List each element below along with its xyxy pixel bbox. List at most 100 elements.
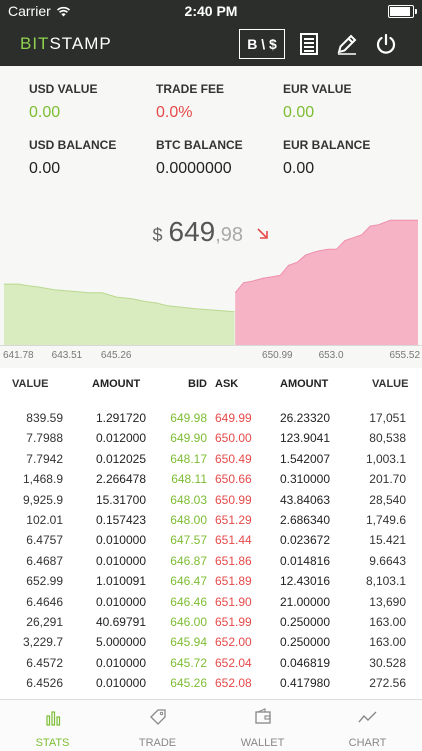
order-book-row[interactable]: 6.4757 0.010000 647.57 651.44 0.023672 15.421	[0, 530, 422, 550]
stat-value: 0.00	[283, 160, 315, 177]
ask-value-cell: 163.00	[369, 635, 406, 650]
stat-label: EUR VALUE	[283, 82, 352, 96]
depth-area-bid	[4, 284, 235, 345]
ask-price-cell: 651.89	[215, 574, 252, 589]
x-tick-label: 653.0	[318, 350, 344, 361]
orders-button[interactable]	[296, 29, 322, 59]
bid-amount-cell: 0.010000	[95, 594, 146, 609]
bid-amount-cell: 0.010000	[95, 553, 146, 568]
order-book-row[interactable]: 26,291 40.69791 646.00 651.99 0.250000 163.00	[0, 612, 422, 632]
stat-eur-balance: EUR BALANCE 0.00	[283, 138, 403, 178]
order-book-row[interactable]: 6.4526 0.010000 645.26 652.08 0.417980 272.56	[0, 673, 422, 693]
bid-price-cell: 647.57	[170, 533, 207, 548]
wallet-icon	[254, 708, 271, 724]
x-tick-label: 643.51	[51, 350, 83, 361]
ask-price-cell: 651.99	[215, 614, 252, 629]
order-book-row[interactable]: 3,229.7 5.000000 645.94 652.00 0.250000 163.0…	[0, 632, 422, 652]
ask-amount-cell: 0.046819	[279, 655, 330, 670]
depth-chart-plot	[0, 219, 422, 346]
bid-price-cell: 648.00	[170, 512, 207, 527]
tag-icon	[149, 709, 166, 725]
ask-value-cell: 163.00	[369, 614, 406, 629]
bid-amount-cell: 5.000000	[95, 635, 146, 650]
ask-value-cell: 272.56	[369, 676, 406, 691]
bid-value-cell: 9,925.9	[22, 492, 63, 507]
ask-price-cell: 650.00	[215, 431, 252, 446]
header-ask-amount: AMOUNT	[280, 378, 329, 390]
stat-usd-value: USD VALUE 0.00	[29, 82, 149, 122]
bid-amount-cell: 0.010000	[95, 655, 146, 670]
bid-amount-cell: 0.010000	[95, 533, 146, 548]
ask-value-cell: 28,540	[369, 492, 406, 507]
order-book-row[interactable]: 7.7988 0.012000 649.90 650.00 123.9041 80,538	[0, 428, 422, 448]
ask-price-cell: 652.04	[215, 655, 252, 670]
stats-panel: USD VALUE 0.00 TRADE FEE 0.0% EUR VALUE …	[0, 66, 422, 200]
header-bid-value: VALUE	[12, 378, 49, 390]
bid-amount-cell: 0.010000	[95, 676, 146, 691]
ask-value-cell: 1,749.6	[365, 512, 406, 527]
depth-area-ask	[235, 220, 418, 345]
ask-value-cell: 30.528	[369, 655, 406, 670]
currency-toggle-button[interactable]: B \ $	[239, 29, 285, 59]
ask-price-cell: 651.90	[215, 594, 252, 609]
bid-amount-cell: 0.157423	[95, 512, 146, 527]
ask-value-cell: 17,051	[369, 411, 406, 425]
order-book-row[interactable]: 6.4572 0.010000 645.72 652.04 0.046819 30.528	[0, 653, 422, 673]
order-book-row[interactable]: 9,925.9 15.31700 648.03 650.99 43.84063 28,54…	[0, 490, 422, 510]
bid-value-cell: 839.59	[26, 411, 63, 425]
tab-chart[interactable]: CHART	[315, 700, 420, 751]
edit-button[interactable]	[334, 29, 360, 59]
bid-amount-cell: 0.012000	[95, 431, 146, 446]
bid-price-cell: 649.98	[170, 411, 207, 425]
stat-usd-balance: USD BALANCE 0.00	[29, 138, 149, 178]
bid-value-cell: 26,291	[26, 614, 63, 629]
app-header: BITSTAMP B \ $	[0, 22, 422, 66]
order-book-row[interactable]: 1,468.9 2.266478 648.11 650.66 0.310000 201.7…	[0, 469, 422, 489]
ask-value-cell: 13,690	[369, 594, 406, 609]
ask-price-cell: 652.08	[215, 676, 252, 691]
document-list-icon	[300, 33, 318, 55]
bid-value-cell: 6.4572	[26, 655, 63, 670]
stat-value: 0.00	[29, 104, 61, 121]
tab-stats[interactable]: STATS	[0, 700, 105, 751]
stat-value: 0.0%	[156, 104, 193, 121]
bid-value-cell: 7.7942	[26, 451, 63, 466]
ask-value-cell: 80,538	[369, 431, 406, 446]
bid-value-cell: 652.99	[26, 574, 63, 589]
order-book-row[interactable]: 6.4646 0.010000 646.46 651.90 21.00000 13,690	[0, 592, 422, 612]
ask-amount-cell: 26.23320	[279, 411, 330, 425]
order-book-row[interactable]: 839.59 1.291720 649.98 649.99 26.23320 17,051	[0, 408, 422, 428]
logout-button[interactable]	[372, 29, 400, 59]
stat-label: EUR BALANCE	[283, 138, 371, 152]
order-book-row[interactable]: 652.99 1.010091 646.47 651.89 12.43016 8,103.…	[0, 571, 422, 591]
depth-chart[interactable]: $649,98 641.78 643.51 645.26 650.99 653.0 655…	[0, 200, 422, 368]
header-ask-value: VALUE	[372, 378, 409, 390]
bid-price-cell: 648.11	[171, 472, 207, 487]
bid-amount-cell: 2.266478	[95, 472, 146, 487]
bid-amount-cell: 1.010091	[95, 574, 146, 589]
stat-value: 0.00	[283, 104, 315, 121]
header-bid: BID	[188, 378, 207, 390]
tab-wallet[interactable]: WALLET	[210, 700, 315, 751]
stat-label: USD VALUE	[29, 82, 98, 96]
ask-amount-cell: 2.686340	[279, 512, 330, 527]
bid-price-cell: 646.46	[170, 594, 207, 609]
ask-amount-cell: 21.00000	[279, 594, 330, 609]
stat-trade-fee: TRADE FEE 0.0%	[156, 82, 276, 122]
bid-amount-cell: 0.012025	[95, 451, 146, 466]
order-book-row[interactable]: 7.7942 0.012025 648.17 650.49 1.542007 1,003.…	[0, 449, 422, 469]
order-book[interactable]: VALUE AMOUNT BID ASK AMOUNT VALUE 839.59…	[0, 378, 422, 693]
order-book-row[interactable]: 6.4687 0.010000 646.87 651.86 0.014816 9.6643	[0, 551, 422, 571]
ask-amount-cell: 0.250000	[279, 635, 330, 650]
bid-price-cell: 645.26	[170, 676, 207, 691]
ask-value-cell: 201.70	[369, 472, 406, 487]
bid-price-cell: 645.94	[170, 635, 207, 650]
ask-amount-cell: 1.542007	[279, 451, 330, 466]
battery-level	[390, 7, 410, 16]
ask-price-cell: 650.99	[215, 492, 252, 507]
bid-amount-cell: 15.31700	[95, 492, 146, 507]
tab-trade[interactable]: TRADE	[105, 700, 210, 751]
brand-logo: BITSTAMP	[20, 34, 112, 54]
order-book-row[interactable]: 102.01 0.157423 648.00 651.29 2.686340 1,749.…	[0, 510, 422, 530]
x-axis-ticks: 641.78 643.51 645.26 650.99 653.0 655.52	[0, 350, 422, 364]
